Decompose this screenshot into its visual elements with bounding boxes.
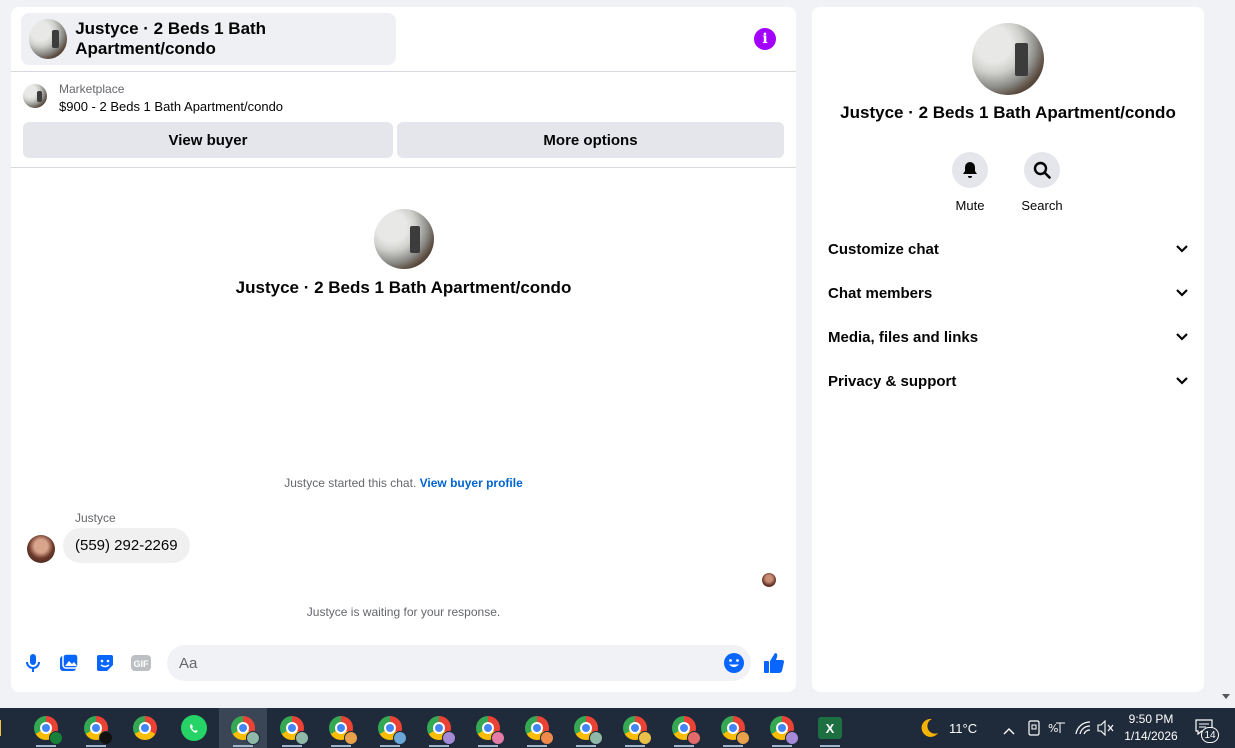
windows-taskbar: X 11°C % 9:50 PM 1/14/2026 14 bbox=[0, 708, 1235, 748]
media-files-links-section[interactable]: Media, files and links bbox=[828, 317, 1188, 357]
chrome-window-icon[interactable] bbox=[317, 708, 365, 748]
listing-title[interactable]: $900 - 2 Beds 1 Bath Apartment/condo bbox=[59, 99, 283, 114]
search-button[interactable]: Search bbox=[1012, 152, 1072, 213]
chrome-window-icon[interactable] bbox=[415, 708, 463, 748]
sender-avatar[interactable] bbox=[27, 535, 55, 563]
svg-text:GIF: GIF bbox=[134, 659, 150, 669]
chrome-icon[interactable] bbox=[121, 708, 169, 748]
mute-label: Mute bbox=[955, 198, 985, 213]
message-bubble[interactable]: (559) 292-2269 bbox=[63, 528, 190, 563]
view-buyer-profile-link[interactable]: View buyer profile bbox=[420, 476, 523, 490]
chevron-down-icon bbox=[1176, 333, 1188, 341]
taskbar-clock[interactable]: 9:50 PM 1/14/2026 bbox=[1118, 711, 1184, 745]
marketplace-label: Marketplace bbox=[59, 82, 125, 96]
info-avatar[interactable] bbox=[972, 23, 1044, 95]
seen-indicator-avatar bbox=[762, 573, 776, 587]
mute-button[interactable]: Mute bbox=[940, 152, 1000, 213]
chevron-down-icon bbox=[1176, 377, 1188, 385]
thumbs-up-icon[interactable] bbox=[762, 651, 786, 675]
section-label: Customize chat bbox=[828, 240, 939, 258]
sticker-icon[interactable] bbox=[93, 651, 117, 675]
chat-members-section[interactable]: Chat members bbox=[828, 273, 1188, 313]
chevron-up-icon[interactable] bbox=[1003, 722, 1015, 740]
microphone-icon[interactable] bbox=[21, 651, 45, 675]
excel-icon[interactable]: X bbox=[806, 708, 854, 748]
whatsapp-icon[interactable] bbox=[170, 708, 218, 748]
message-sender: Justyce bbox=[75, 511, 116, 525]
device-icon[interactable] bbox=[1027, 720, 1041, 741]
scrollbar-down-arrow[interactable] bbox=[1222, 694, 1230, 699]
clock-date: 1/14/2026 bbox=[1124, 729, 1178, 743]
chrome-profile-icon[interactable] bbox=[72, 708, 120, 748]
chat-title-button[interactable]: Justyce · 2 Beds 1 Bath Apartment/condo bbox=[21, 13, 396, 65]
chat-title: Justyce · 2 Beds 1 Bath Apartment/condo bbox=[75, 19, 267, 58]
file-explorer-icon[interactable] bbox=[0, 708, 10, 748]
gif-icon[interactable]: GIF bbox=[129, 651, 153, 675]
chrome-window-icon[interactable] bbox=[660, 708, 708, 748]
intro-avatar bbox=[373, 209, 434, 269]
chat-started-text: Justyce started this chat. bbox=[284, 476, 417, 490]
weather-temperature[interactable]: 11°C bbox=[949, 721, 977, 736]
chat-header: Justyce · 2 Beds 1 Bath Apartment/condo … bbox=[11, 7, 796, 72]
moon-weather-icon[interactable] bbox=[918, 717, 940, 744]
chrome-window-icon[interactable] bbox=[709, 708, 757, 748]
section-label: Privacy & support bbox=[828, 372, 957, 390]
intro-title: Justyce · 2 Beds 1 Bath Apartment/condo bbox=[235, 278, 572, 297]
photo-icon[interactable] bbox=[57, 651, 81, 675]
privacy-support-section[interactable]: Privacy & support bbox=[828, 361, 1188, 401]
more-options-button[interactable]: More options bbox=[397, 122, 784, 158]
notification-count-badge: 14 bbox=[1201, 727, 1219, 743]
search-label: Search bbox=[1021, 198, 1063, 213]
volume-muted-icon[interactable] bbox=[1097, 719, 1115, 741]
marketplace-bar: Marketplace $900 - 2 Beds 1 Bath Apartme… bbox=[11, 72, 796, 168]
listing-thumbnail[interactable] bbox=[23, 84, 47, 108]
search-icon bbox=[1024, 152, 1060, 188]
chrome-profile-a-icon[interactable] bbox=[22, 708, 70, 748]
listing-avatar bbox=[29, 19, 68, 59]
chrome-window-icon[interactable] bbox=[611, 708, 659, 748]
chat-panel: Justyce · 2 Beds 1 Bath Apartment/condo … bbox=[11, 7, 796, 692]
emoji-icon[interactable] bbox=[723, 652, 745, 674]
language-ime-icon[interactable]: % bbox=[1048, 720, 1066, 741]
message-input[interactable] bbox=[167, 645, 751, 681]
chrome-active-window-icon[interactable] bbox=[219, 708, 267, 748]
chrome-window-icon[interactable] bbox=[366, 708, 414, 748]
chrome-window-icon[interactable] bbox=[268, 708, 316, 748]
section-label: Chat members bbox=[828, 284, 933, 302]
customize-chat-section[interactable]: Customize chat bbox=[828, 229, 1188, 269]
section-label: Media, files and links bbox=[828, 328, 979, 346]
chat-started-notice: Justyce started this chat. View buyer pr… bbox=[11, 476, 796, 490]
chrome-window-icon[interactable] bbox=[464, 708, 512, 748]
bell-icon bbox=[952, 152, 988, 188]
chat-intro: Justyce · 2 Beds 1 Bath Apartment/condo bbox=[11, 209, 796, 298]
chrome-window-icon[interactable] bbox=[758, 708, 806, 748]
info-title: Justyce · 2 Beds 1 Bath Apartment/condo bbox=[840, 103, 1176, 122]
view-buyer-button[interactable]: View buyer bbox=[23, 122, 393, 158]
waiting-notice: Justyce is waiting for your response. bbox=[306, 605, 501, 619]
message-composer: GIF bbox=[11, 643, 796, 683]
svg-text:%: % bbox=[1048, 722, 1058, 735]
wifi-icon[interactable] bbox=[1074, 720, 1092, 741]
chrome-window-icon[interactable] bbox=[562, 708, 610, 748]
chevron-down-icon bbox=[1176, 245, 1188, 253]
clock-time: 9:50 PM bbox=[1128, 712, 1174, 726]
chevron-down-icon bbox=[1176, 289, 1188, 297]
info-icon[interactable]: i bbox=[754, 28, 776, 50]
chat-info-panel: Justyce · 2 Beds 1 Bath Apartment/condo … bbox=[812, 7, 1204, 692]
chrome-window-icon[interactable] bbox=[513, 708, 561, 748]
